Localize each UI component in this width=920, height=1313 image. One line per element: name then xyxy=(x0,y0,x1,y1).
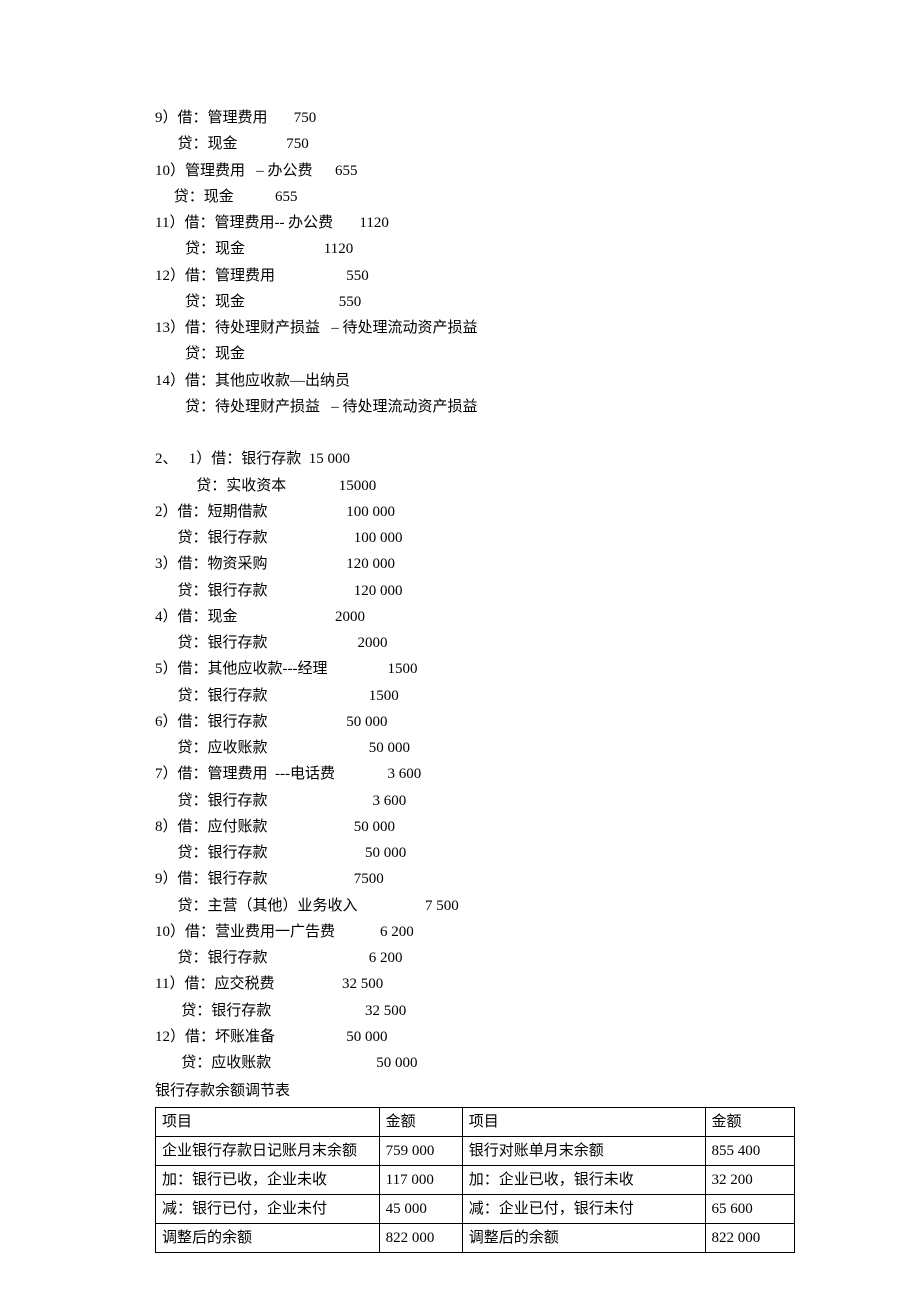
entry-line: 5）借：其他应收款---经理 1500 xyxy=(155,656,795,682)
table-header-row: 项目 金额 项目 金额 xyxy=(156,1107,795,1136)
table-cell: 减：银行已付，企业未付 xyxy=(156,1194,380,1223)
table-cell: 855 400 xyxy=(705,1136,794,1165)
entry-line: 贷：待处理财产损益 – 待处理流动资产损益 xyxy=(155,394,795,420)
entry-line: 8）借：应付账款 50 000 xyxy=(155,814,795,840)
table-header-cell: 金额 xyxy=(379,1107,462,1136)
table-cell: 32 200 xyxy=(705,1165,794,1194)
entry-line: 14）借：其他应收款—出纳员 xyxy=(155,368,795,394)
table-header-cell: 金额 xyxy=(705,1107,794,1136)
table-cell: 822 000 xyxy=(379,1223,462,1252)
table-cell: 117 000 xyxy=(379,1165,462,1194)
entry-line: 贷：银行存款 1500 xyxy=(155,683,795,709)
table-row: 调整后的余额 822 000 调整后的余额 822 000 xyxy=(156,1223,795,1252)
journal-entries-section1: 9）借：管理费用 750 贷：现金 750 10）管理费用 – 办公费 655 … xyxy=(155,105,795,420)
entry-line: 9）借：管理费用 750 xyxy=(155,105,795,131)
table-row: 企业银行存款日记账月末余额 759 000 银行对账单月末余额 855 400 xyxy=(156,1136,795,1165)
table-cell: 企业银行存款日记账月末余额 xyxy=(156,1136,380,1165)
entry-line: 贷：银行存款 3 600 xyxy=(155,788,795,814)
table-cell: 65 600 xyxy=(705,1194,794,1223)
table-header-cell: 项目 xyxy=(156,1107,380,1136)
entry-line: 13）借：待处理财产损益 – 待处理流动资产损益 xyxy=(155,315,795,341)
entry-line: 贷：实收资本 15000 xyxy=(155,473,795,499)
entry-line: 12）借：管理费用 550 xyxy=(155,263,795,289)
entry-line: 贷：现金 1120 xyxy=(155,236,795,262)
entry-line: 12）借：坏账准备 50 000 xyxy=(155,1024,795,1050)
entry-line: 11）借：管理费用-- 办公费 1120 xyxy=(155,210,795,236)
entry-line: 贷：现金 550 xyxy=(155,289,795,315)
entry-line: 4）借：现金 2000 xyxy=(155,604,795,630)
table-cell: 45 000 xyxy=(379,1194,462,1223)
table-row: 加：银行已收，企业未收 117 000 加：企业已收，银行未收 32 200 xyxy=(156,1165,795,1194)
reconciliation-table: 项目 金额 项目 金额 企业银行存款日记账月末余额 759 000 银行对账单月… xyxy=(155,1107,795,1253)
entry-line: 贷：银行存款 100 000 xyxy=(155,525,795,551)
table-header-cell: 项目 xyxy=(462,1107,705,1136)
table-cell: 759 000 xyxy=(379,1136,462,1165)
table-row: 减：银行已付，企业未付 45 000 减：企业已付，银行未付 65 600 xyxy=(156,1194,795,1223)
entry-line: 3）借：物资采购 120 000 xyxy=(155,551,795,577)
table-cell: 加：银行已收，企业未收 xyxy=(156,1165,380,1194)
table-title: 银行存款余额调节表 xyxy=(155,1078,795,1104)
entry-line: 贷：现金 750 xyxy=(155,131,795,157)
entry-line: 贷：银行存款 6 200 xyxy=(155,945,795,971)
entry-line: 10）借：营业费用一广告费 6 200 xyxy=(155,919,795,945)
table-cell: 822 000 xyxy=(705,1223,794,1252)
entry-line: 2）借：短期借款 100 000 xyxy=(155,499,795,525)
entry-line: 贷：主营（其他）业务收入 7 500 xyxy=(155,893,795,919)
table-cell: 调整后的余额 xyxy=(156,1223,380,1252)
table-cell: 银行对账单月末余额 xyxy=(462,1136,705,1165)
entry-line: 贷：现金 xyxy=(155,341,795,367)
section2-header: 2、 1）借：银行存款 15 000 xyxy=(155,446,795,472)
entry-line: 贷：银行存款 2000 xyxy=(155,630,795,656)
entry-line: 10）管理费用 – 办公费 655 xyxy=(155,158,795,184)
entry-line: 9）借：银行存款 7500 xyxy=(155,866,795,892)
table-cell: 减：企业已付，银行未付 xyxy=(462,1194,705,1223)
entry-line: 贷：应收账款 50 000 xyxy=(155,1050,795,1076)
entry-line: 贷：应收账款 50 000 xyxy=(155,735,795,761)
table-cell: 加：企业已收，银行未收 xyxy=(462,1165,705,1194)
entry-line: 贷：银行存款 50 000 xyxy=(155,840,795,866)
entry-line: 11）借：应交税费 32 500 xyxy=(155,971,795,997)
blank-line xyxy=(155,420,795,446)
entry-line: 贷：银行存款 120 000 xyxy=(155,578,795,604)
entry-line: 贷：现金 655 xyxy=(155,184,795,210)
entry-line: 贷：银行存款 32 500 xyxy=(155,998,795,1024)
table-cell: 调整后的余额 xyxy=(462,1223,705,1252)
entry-line: 6）借：银行存款 50 000 xyxy=(155,709,795,735)
journal-entries-section2: 2、 1）借：银行存款 15 000 贷：实收资本 15000 2）借：短期借款… xyxy=(155,446,795,1076)
entry-line: 7）借：管理费用 ---电话费 3 600 xyxy=(155,761,795,787)
